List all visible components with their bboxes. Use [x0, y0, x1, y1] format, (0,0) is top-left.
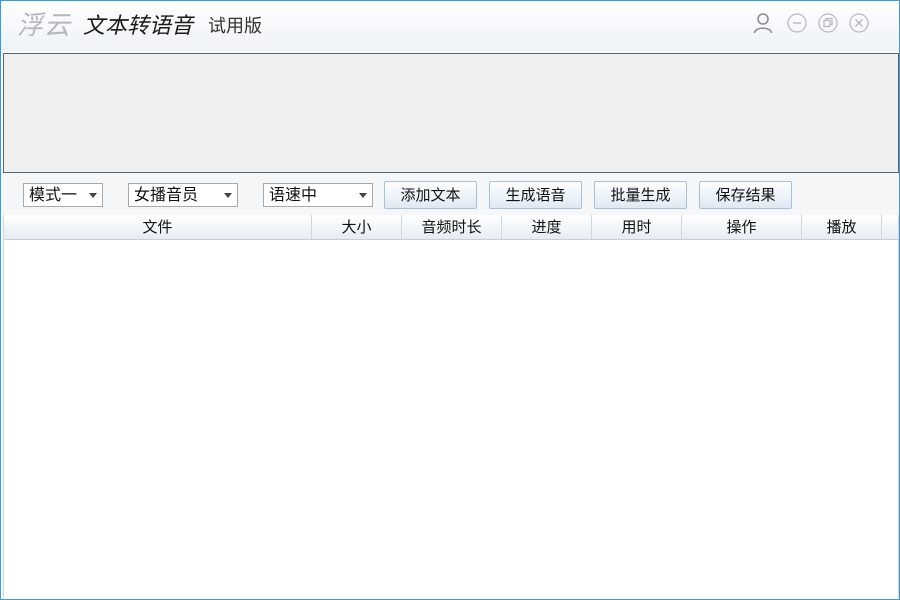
chevron-down-icon	[359, 193, 367, 198]
file-table[interactable]: 文件 大小 音频时长 进度 用时 操作 播放	[3, 215, 899, 598]
voice-select-value: 女播音员	[134, 185, 199, 204]
column-header-file[interactable]: 文件	[4, 215, 312, 239]
title-bar[interactable]: 浮云 文本转语音 试用版	[1, 1, 899, 51]
table-header: 文件 大小 音频时长 进度 用时 操作 播放	[4, 215, 898, 240]
column-header-action[interactable]: 操作	[682, 215, 802, 239]
speed-select-value: 语速中	[269, 185, 318, 204]
close-icon[interactable]	[849, 13, 869, 33]
table-body[interactable]	[4, 240, 898, 598]
mode-select-value: 模式一	[29, 185, 78, 204]
generate-speech-button[interactable]: 生成语音	[489, 181, 582, 209]
app-window: 浮云 文本转语音 试用版 模式一 女播音员 语速中 添加文本 生成语音 批量生成…	[0, 0, 900, 600]
mode-select[interactable]: 模式一	[23, 183, 103, 207]
voice-select[interactable]: 女播音员	[128, 183, 238, 207]
text-input-area[interactable]	[3, 53, 899, 173]
app-edition-label: 试用版	[208, 16, 262, 37]
batch-generate-button[interactable]: 批量生成	[594, 181, 687, 209]
app-title: 文本转语音	[83, 14, 194, 39]
column-header-size[interactable]: 大小	[312, 215, 402, 239]
chevron-down-icon	[89, 193, 97, 198]
toolbar: 模式一 女播音员 语速中 添加文本 生成语音 批量生成 保存结果	[1, 173, 899, 215]
restore-icon[interactable]	[818, 13, 838, 33]
column-header-elapsed[interactable]: 用时	[592, 215, 682, 239]
column-header-progress[interactable]: 进度	[502, 215, 592, 239]
speed-select[interactable]: 语速中	[263, 183, 373, 207]
app-logo: 浮云	[17, 11, 72, 41]
column-header-duration[interactable]: 音频时长	[402, 215, 502, 239]
column-header-play[interactable]: 播放	[802, 215, 882, 239]
user-icon[interactable]	[753, 12, 773, 34]
add-text-button[interactable]: 添加文本	[384, 181, 477, 209]
chevron-down-icon	[224, 193, 232, 198]
minimize-icon[interactable]	[787, 13, 807, 33]
save-result-button[interactable]: 保存结果	[699, 181, 792, 209]
